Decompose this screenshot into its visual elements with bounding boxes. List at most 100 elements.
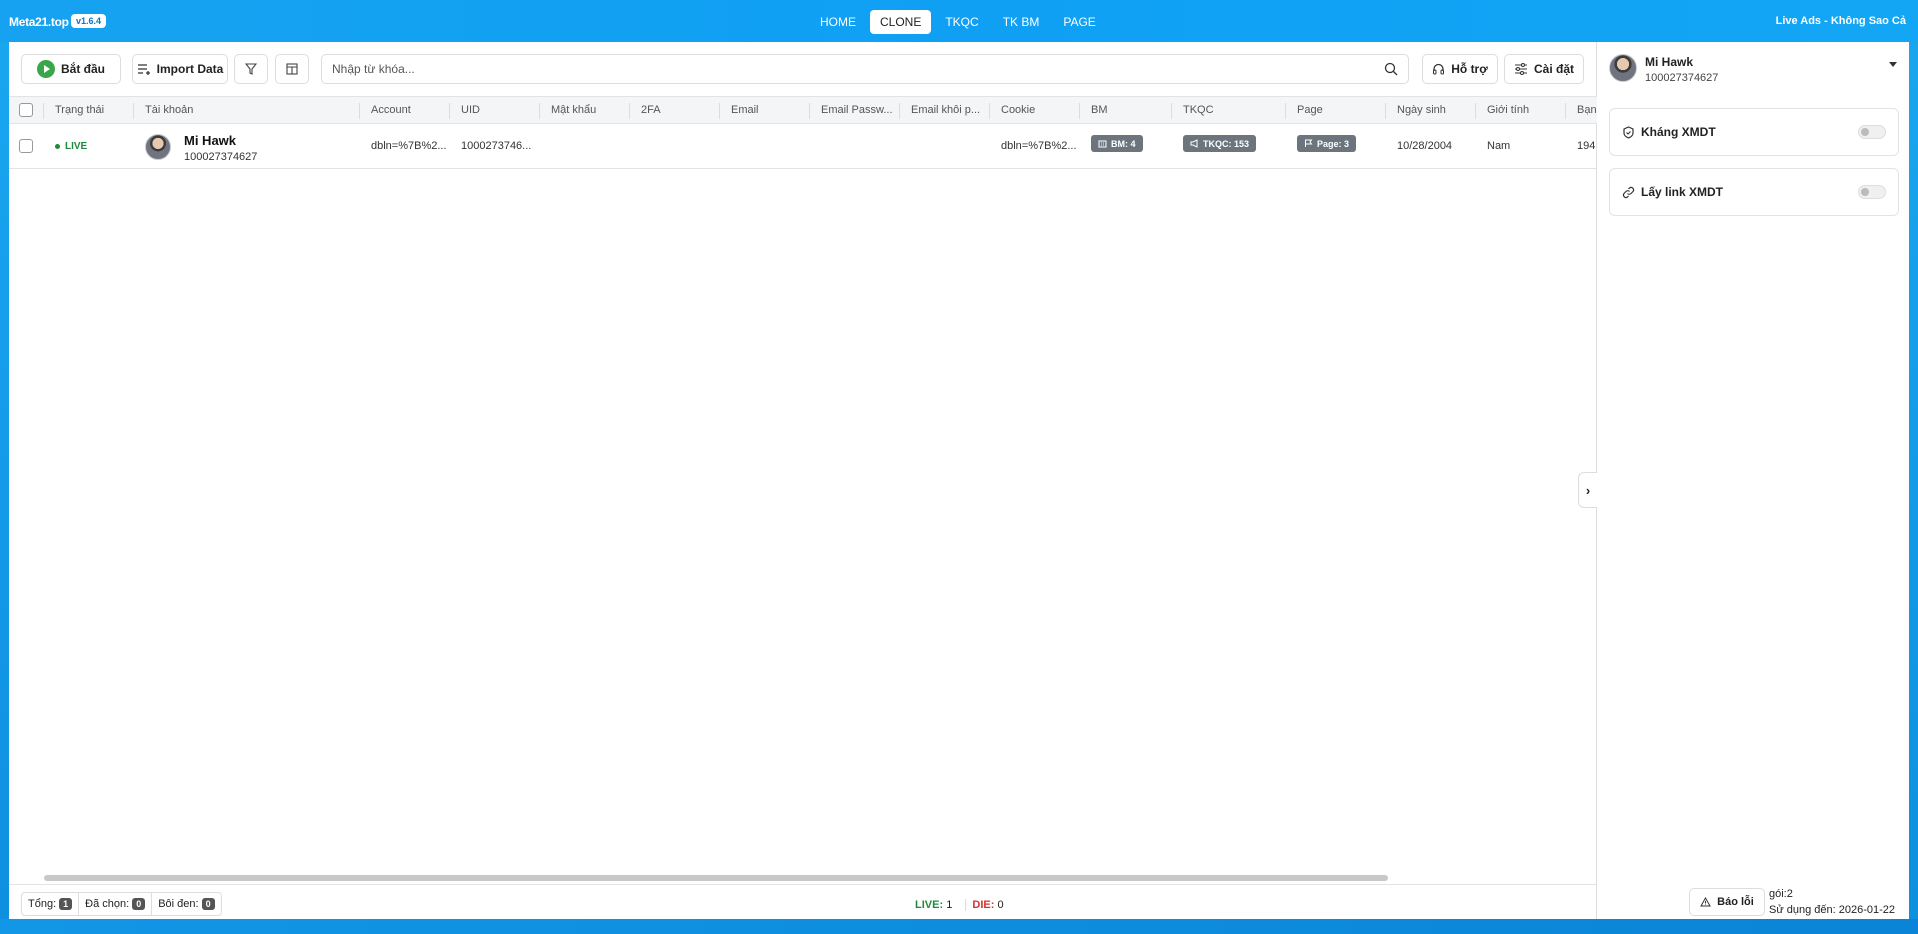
col-2fa[interactable]: 2FA xyxy=(641,104,661,116)
col-account-name[interactable]: Tài khoản xyxy=(145,104,193,116)
main-nav: HOME CLONE TKQC TK BM PAGE xyxy=(810,10,1106,34)
top-bar: Meta21.top v1.6.4 HOME CLONE TKQC TK BM … xyxy=(0,0,1918,42)
search-input[interactable] xyxy=(332,62,1384,76)
tkqc-count: TKQC: 153 xyxy=(1203,138,1250,149)
die-label: DIE: xyxy=(965,899,995,911)
live-die-status: LIVE: 1 DIE: 0 xyxy=(915,899,1004,911)
filter-icon xyxy=(245,63,257,75)
brand-name: Meta21.top xyxy=(9,15,69,29)
search-box xyxy=(321,54,1409,84)
play-icon xyxy=(36,60,55,78)
live-label: LIVE: xyxy=(915,899,944,911)
account-cell: dbln=%7B%2... xyxy=(371,140,447,152)
option-label: Kháng XMDT xyxy=(1641,125,1716,139)
friends-cell: 194 xyxy=(1577,140,1596,152)
row-checkbox[interactable] xyxy=(19,139,33,153)
user-id: 100027374627 xyxy=(1645,72,1719,84)
tab-page[interactable]: PAGE xyxy=(1053,10,1105,34)
total-count: Tổng: 1 xyxy=(22,893,80,915)
col-status[interactable]: Trạng thái xyxy=(55,104,104,116)
selected-count: Đã chọn: 0 xyxy=(79,893,153,915)
col-email-recovery[interactable]: Email khôi p... xyxy=(911,104,987,116)
tab-tkqc[interactable]: TKQC xyxy=(935,10,988,34)
filter-button[interactable] xyxy=(234,54,268,84)
plan-text: gói:2 xyxy=(1769,888,1793,900)
table-row[interactable]: LIVE Mi Hawk 100027374627 dbln=%7B%2... … xyxy=(9,124,1597,169)
birthday-cell: 10/28/2004 xyxy=(1397,140,1453,152)
khang-xmdt-toggle[interactable] xyxy=(1858,125,1886,139)
col-page[interactable]: Page xyxy=(1297,104,1323,116)
start-label: Bắt đầu xyxy=(60,62,105,76)
col-account[interactable]: Account xyxy=(371,104,411,116)
start-button[interactable]: Bắt đầu xyxy=(21,54,121,84)
option-label: Lấy link XMDT xyxy=(1641,185,1724,199)
import-label: Import Data xyxy=(156,62,224,76)
settings-label: Cài đặt xyxy=(1533,62,1574,76)
table-header: Trạng thái Tài khoản Account UID Mật khẩ… xyxy=(9,96,1597,124)
avatar xyxy=(145,134,171,160)
toolbar: Bắt đầu Import Data Hỗ trợ Cài đặt xyxy=(9,42,1597,96)
col-uid[interactable]: UID xyxy=(461,104,480,116)
col-tkqc[interactable]: TKQC xyxy=(1183,104,1214,116)
footer: Tổng: 1 Đã chọn: 0 Bôi đen: 0 LIVE: 1 DIE: … xyxy=(9,884,1597,919)
header-right-text: Live Ads - Không Sao Cả xyxy=(1775,15,1906,27)
status-text: LIVE xyxy=(65,141,88,152)
megaphone-icon xyxy=(1190,139,1198,148)
warning-icon xyxy=(1700,897,1712,907)
link-icon xyxy=(1622,186,1635,198)
live-count: 1 xyxy=(946,899,953,911)
user-name: Mi Hawk xyxy=(1645,55,1694,69)
uid-cell: 1000273746... xyxy=(461,140,532,152)
accounts-table: Trạng thái Tài khoản Account UID Mật khẩ… xyxy=(9,96,1597,169)
col-birthday[interactable]: Ngày sinh xyxy=(1397,104,1446,116)
highlighted-count: Bôi đen: 0 xyxy=(152,893,220,915)
collapse-panel-button[interactable]: › xyxy=(1578,472,1597,508)
col-email[interactable]: Email xyxy=(731,104,759,116)
bottom-strip xyxy=(0,919,1918,934)
bm-count: BM: 4 xyxy=(1111,138,1136,149)
page-badge[interactable]: Page: 3 xyxy=(1297,135,1357,152)
option-lay-link-xmdt: Lấy link XMDT xyxy=(1609,168,1899,216)
lay-link-xmdt-toggle[interactable] xyxy=(1858,185,1886,199)
user-selector[interactable]: Mi Hawk 100027374627 xyxy=(1597,42,1909,96)
page-count: Page: 3 xyxy=(1317,138,1350,149)
col-email-password[interactable]: Email Passw... xyxy=(821,104,897,116)
search-icon[interactable] xyxy=(1384,62,1398,76)
report-bug-label: Báo lỗi xyxy=(1717,896,1754,908)
col-friends[interactable]: Bạn xyxy=(1577,104,1597,116)
shield-icon xyxy=(1623,125,1634,139)
option-khang-xmdt: Kháng XMDT xyxy=(1609,108,1899,156)
col-gender[interactable]: Giới tính xyxy=(1487,104,1529,116)
import-list-icon xyxy=(137,64,150,75)
main-panel: Bắt đầu Import Data Hỗ trợ Cài đặt T xyxy=(9,42,1597,919)
col-cookie[interactable]: Cookie xyxy=(1001,104,1035,116)
col-bm[interactable]: BM xyxy=(1091,104,1108,116)
tab-tk-bm[interactable]: TK BM xyxy=(993,10,1050,34)
settings-button[interactable]: Cài đặt xyxy=(1504,54,1584,84)
expiry-text: Sử dụng đến: 2026-01-22 xyxy=(1769,904,1896,916)
support-button[interactable]: Hỗ trợ xyxy=(1422,54,1498,84)
report-bug-button[interactable]: Báo lỗi xyxy=(1689,888,1765,916)
flag-icon xyxy=(1305,139,1313,147)
account-name: Mi Hawk xyxy=(184,133,237,148)
die-count: 0 xyxy=(997,899,1004,911)
horizontal-scrollbar[interactable] xyxy=(44,875,1388,881)
tkqc-badge[interactable]: TKQC: 153 xyxy=(1183,135,1257,152)
layout-icon xyxy=(286,63,298,75)
tab-clone[interactable]: CLONE xyxy=(870,10,932,34)
col-password[interactable]: Mật khẩu xyxy=(551,104,596,116)
building-icon xyxy=(1098,140,1107,148)
right-panel: Mi Hawk 100027374627 Kháng XMDT Lấy link… xyxy=(1597,42,1909,919)
select-all-checkbox[interactable] xyxy=(19,103,33,117)
count-summary: Tổng: 1 Đã chọn: 0 Bôi đen: 0 xyxy=(21,892,222,916)
layout-button[interactable] xyxy=(275,54,309,84)
headset-icon xyxy=(1433,63,1445,74)
chevron-down-icon[interactable] xyxy=(1889,62,1897,67)
user-avatar xyxy=(1609,54,1637,82)
cookie-cell: dbln=%7B%2... xyxy=(1001,140,1077,152)
version-badge: v1.6.4 xyxy=(71,14,107,28)
bm-badge[interactable]: BM: 4 xyxy=(1091,135,1143,152)
import-data-button[interactable]: Import Data xyxy=(132,54,228,84)
tab-home[interactable]: HOME xyxy=(810,10,866,34)
status-cell: LIVE xyxy=(55,140,87,152)
